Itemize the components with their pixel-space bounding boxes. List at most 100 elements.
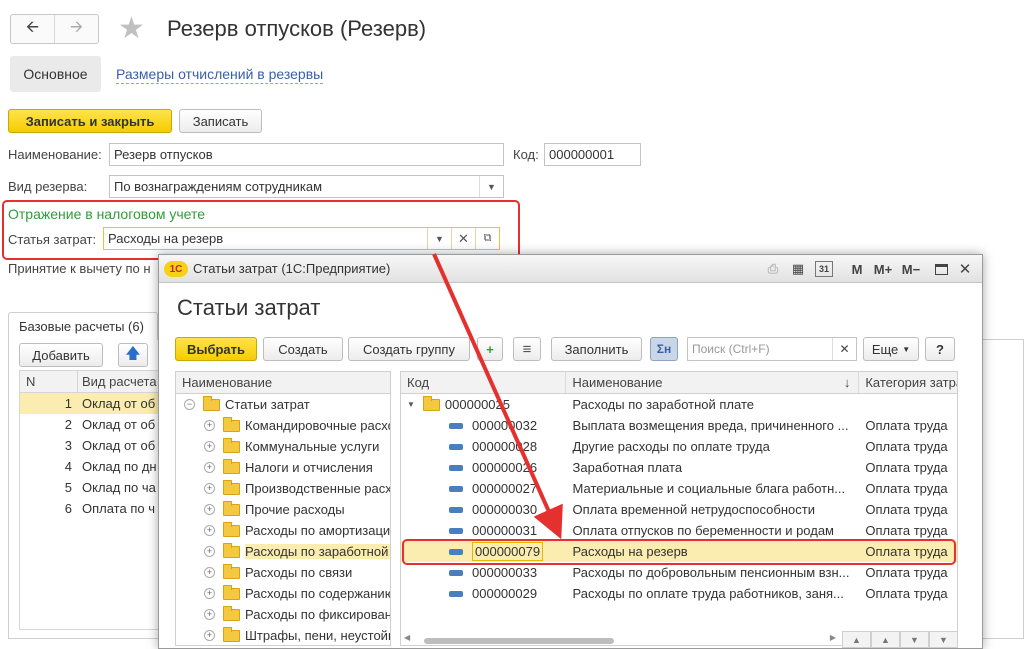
memory-m-button[interactable]: M [849,260,865,278]
tree-item[interactable]: + Коммунальные услуги [176,436,390,457]
tree-item[interactable]: +Производственные расходы [176,478,390,499]
close-icon[interactable]: ✕ [957,260,973,278]
table-row[interactable]: 000000033 Расходы по добровольным пенсио… [401,562,957,583]
search-input[interactable]: Поиск (Ctrl+F) ✕ [687,337,857,361]
cost-item-label: Статья затрат: [8,232,97,247]
code-field[interactable]: 000000001 [544,143,641,166]
maximize-icon[interactable] [933,260,949,278]
last-page-icon[interactable]: ▼ [929,631,958,648]
reserve-type-value: По вознаграждениям сотрудникам [114,179,323,194]
save-and-close-button[interactable]: Записать и закрыть [8,109,172,133]
table-row[interactable]: 2 Оклад от об [20,414,163,435]
tree-item[interactable]: + Расходы по содержанию [176,583,390,604]
list-icon[interactable]: ≡ [513,337,541,361]
calculator-icon[interactable]: ▦ [789,260,807,278]
table-row[interactable]: 1 Оклад от об [20,393,163,414]
clear-icon[interactable]: ✕ [451,228,475,249]
scroll-right-icon[interactable]: ▶ [830,633,836,642]
tree-item[interactable]: + Штрафы, пени, неустойки [176,625,390,645]
tab-main[interactable]: Основное [10,56,101,92]
expand-icon[interactable]: + [204,588,215,599]
col-code-header[interactable]: Код [401,372,567,393]
table-row[interactable]: 000000026 Заработная плата Оплата труда [401,457,957,478]
fill-button[interactable]: Заполнить [551,337,642,361]
sigma-icon[interactable]: Σн [650,337,678,361]
cost-item-field[interactable]: Расходы на резерв ▼ ✕ ⧉ [103,227,500,250]
table-row[interactable]: 4 Оклад по дн [20,456,163,477]
expand-icon[interactable]: + [204,567,215,578]
tree-item[interactable]: + Расходы по амортизации [176,520,390,541]
tree-item[interactable]: + Расходы по связи [176,562,390,583]
page-down-icon[interactable]: ▼ [900,631,929,648]
expand-icon[interactable]: + [204,630,215,641]
move-up-icon[interactable]: 🡅 [118,343,148,367]
table-row[interactable]: 000000029 Расходы по оплате труда работн… [401,583,957,604]
col-category-header[interactable]: Категория затрат [859,372,957,393]
tree-item-selected[interactable]: +Расходы по заработной плате [176,541,390,562]
scrollbar-thumb[interactable] [424,638,614,644]
expand-icon[interactable]: + [204,546,215,557]
horizontal-scrollbar[interactable]: ◀ ▶ [400,633,840,647]
memory-minus-button[interactable]: M− [899,260,923,278]
expand-icon[interactable]: + [204,525,215,536]
reserve-type-select[interactable]: По вознаграждениям сотрудникам ▼ [109,175,504,198]
tree-root[interactable]: − Статьи затрат [176,394,390,415]
folder-icon [223,416,240,432]
back-arrow-icon[interactable]: 🡨 [11,15,54,43]
expand-icon[interactable]: + [204,504,215,515]
add-button[interactable]: Добавить [19,343,103,367]
table-row[interactable]: 000000032 Выплата возмещения вреда, прич… [401,415,957,436]
table-row[interactable]: 5 Оклад по ча [20,477,163,498]
add-group-icon[interactable]: + [477,337,503,361]
table-row[interactable]: 6 Оплата по ч [20,498,163,519]
chevron-down-icon[interactable]: ▼ [479,176,503,197]
collapse-arrow-icon[interactable]: ▼ [407,394,415,415]
tree-item[interactable]: + Прочие расходы [176,499,390,520]
expand-icon[interactable]: + [204,462,215,473]
scroll-left-icon[interactable]: ◀ [404,633,410,642]
folder-icon [223,542,240,558]
forward-arrow-icon[interactable]: 🡪 [54,15,98,43]
collapse-icon[interactable]: − [184,399,195,410]
more-button[interactable]: Еще ▼ [863,337,919,361]
col-n-header[interactable]: N [20,371,78,392]
tab-reserve-rates-link[interactable]: Размеры отчислений в резервы [116,66,324,84]
expand-icon[interactable]: + [204,441,215,452]
tree-header[interactable]: Наименование [176,372,390,393]
tree-item[interactable]: +Командировочные расходы [176,415,390,436]
col-name-header[interactable]: Наименование ↓ [566,372,860,393]
table-row[interactable]: 3 Оклад от об [20,435,163,456]
calendar-icon[interactable]: 31 [815,261,833,277]
table-row[interactable]: 000000027 Материальные и социальные благ… [401,478,957,499]
clear-search-icon[interactable]: ✕ [832,338,856,360]
create-button[interactable]: Создать [263,337,343,361]
tab-base-calculations[interactable]: Базовые расчеты (6) [8,312,158,340]
tree-item[interactable]: + Налоги и отчисления [176,457,390,478]
chevron-down-icon[interactable]: ▼ [427,228,451,249]
folder-icon [223,605,240,621]
expand-icon[interactable]: + [204,483,215,494]
help-button[interactable]: ? [925,337,955,361]
save-button[interactable]: Записать [179,109,262,133]
open-icon[interactable]: ⧉ [475,228,499,249]
table-group-row[interactable]: ▼ 000000025 Расходы по заработной плате [401,394,957,415]
select-button[interactable]: Выбрать [175,337,257,361]
tree-item[interactable]: +Расходы по фиксированным [176,604,390,625]
code-label: Код: [513,147,539,162]
col-type-header[interactable]: Вид расчета [78,371,157,392]
favorite-star-icon[interactable]: ★ [118,12,145,46]
name-field[interactable]: Резерв отпусков [109,143,504,166]
folder-icon [203,395,220,411]
table-row[interactable]: 000000030 Оплата временной нетрудоспособ… [401,499,957,520]
item-icon [449,590,463,597]
create-group-button[interactable]: Создать группу [348,337,470,361]
expand-icon[interactable]: + [204,609,215,620]
memory-plus-button[interactable]: M+ [871,260,895,278]
expand-icon[interactable]: + [204,420,215,431]
table-row[interactable]: 000000028 Другие расходы по оплате труда… [401,436,957,457]
table-row[interactable]: 000000031 Оплата отпусков по беременност… [401,520,957,541]
first-page-icon[interactable]: ▲ [842,631,871,648]
item-icon [449,422,463,429]
page-up-icon[interactable]: ▲ [871,631,900,648]
print-icon[interactable]: ⎙ [763,260,783,278]
